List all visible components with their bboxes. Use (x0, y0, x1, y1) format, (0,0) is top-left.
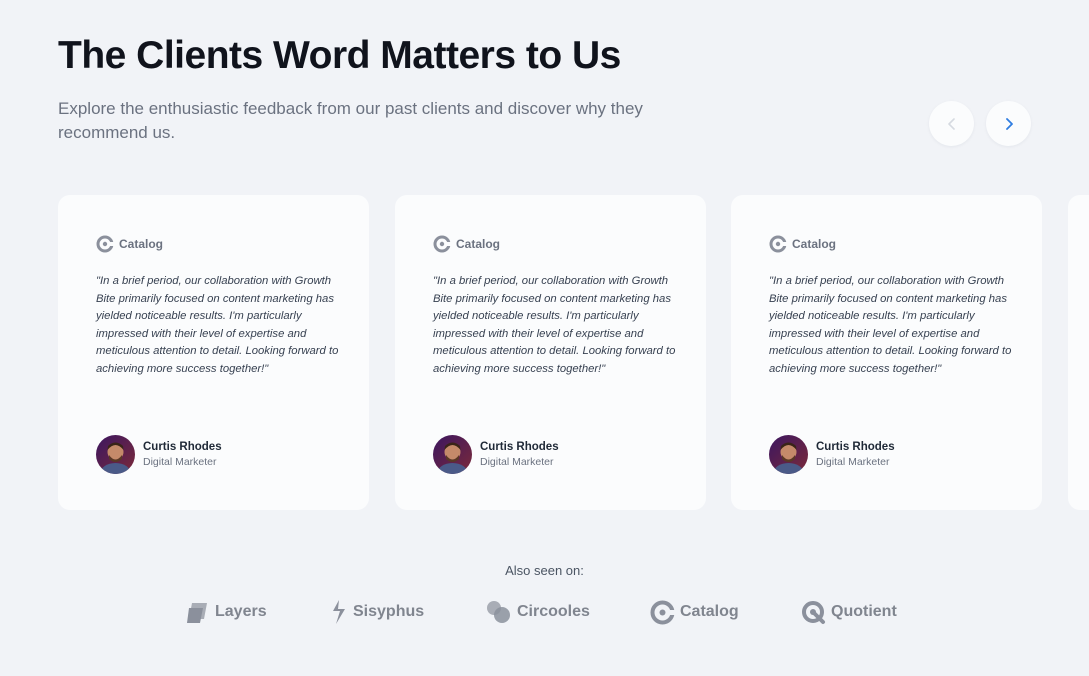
chevron-right-icon (1005, 117, 1013, 130)
logo-circooles: Circooles (486, 598, 590, 626)
carousel-next-button[interactable] (986, 101, 1031, 146)
logo-name: Quotient (831, 603, 897, 620)
testimonial-card: Catalog "In a brief period, our collabor… (395, 195, 706, 510)
layers-logo-icon (187, 603, 207, 623)
testimonial-card-partial (1068, 195, 1089, 510)
author-name: Curtis Rhodes (816, 440, 895, 453)
card-brand-name: Catalog (119, 237, 164, 251)
testimonial-author: Curtis Rhodes Digital Marketer (96, 435, 222, 474)
catalog-logo-icon (650, 600, 675, 624)
carousel-prev-button[interactable] (929, 101, 974, 146)
author-name: Curtis Rhodes (143, 440, 222, 453)
logo-layers: Layers (186, 598, 267, 626)
page-title: The Clients Word Matters to Us (58, 34, 621, 77)
testimonial-quote: "In a brief period, our collaboration wi… (96, 275, 339, 375)
card-brand-name: Catalog (456, 237, 501, 251)
logo-sisyphus: Sisyphus (330, 598, 424, 626)
card-brand: Catalog (96, 235, 163, 253)
testimonial-card: Catalog "In a brief period, our collabor… (731, 195, 1042, 510)
avatar (769, 435, 808, 474)
sisyphus-logo-icon (333, 600, 345, 624)
testimonial-card: Catalog "In a brief period, our collabor… (58, 195, 369, 510)
logo-name: Catalog (680, 603, 739, 620)
testimonial-quote: "In a brief period, our collaboration wi… (433, 275, 676, 375)
author-name: Curtis Rhodes (480, 440, 559, 453)
page-subtitle: Explore the enthusiastic feedback from o… (58, 99, 643, 142)
author-role: Digital Marketer (480, 455, 554, 468)
testimonial-quote: "In a brief period, our collaboration wi… (769, 275, 1012, 375)
logo-name: Circooles (517, 603, 590, 620)
also-seen-label: Also seen on: (505, 563, 584, 578)
quotient-logo-icon (802, 600, 825, 624)
author-role: Digital Marketer (816, 455, 890, 468)
author-role: Digital Marketer (143, 455, 217, 468)
card-brand: Catalog (769, 235, 836, 253)
logo-catalog: Catalog (650, 598, 739, 626)
testimonial-author: Curtis Rhodes Digital Marketer (769, 435, 895, 474)
catalog-logo-icon (433, 235, 451, 253)
testimonial-carousel: Catalog "In a brief period, our collabor… (0, 195, 1089, 510)
circooles-logo-icon (487, 601, 510, 623)
avatar (96, 435, 135, 474)
card-brand-name: Catalog (792, 237, 837, 251)
avatar (433, 435, 472, 474)
testimonial-author: Curtis Rhodes Digital Marketer (433, 435, 559, 474)
catalog-logo-icon (769, 235, 787, 253)
logo-name: Layers (215, 603, 267, 620)
logo-name: Sisyphus (353, 603, 425, 620)
logo-quotient: Quotient (801, 598, 897, 626)
chevron-left-icon (947, 117, 955, 130)
catalog-logo-icon (96, 235, 114, 253)
partner-logos: Layers Sisyphus Circooles Catalog Quotie… (0, 598, 1089, 628)
card-brand: Catalog (433, 235, 500, 253)
